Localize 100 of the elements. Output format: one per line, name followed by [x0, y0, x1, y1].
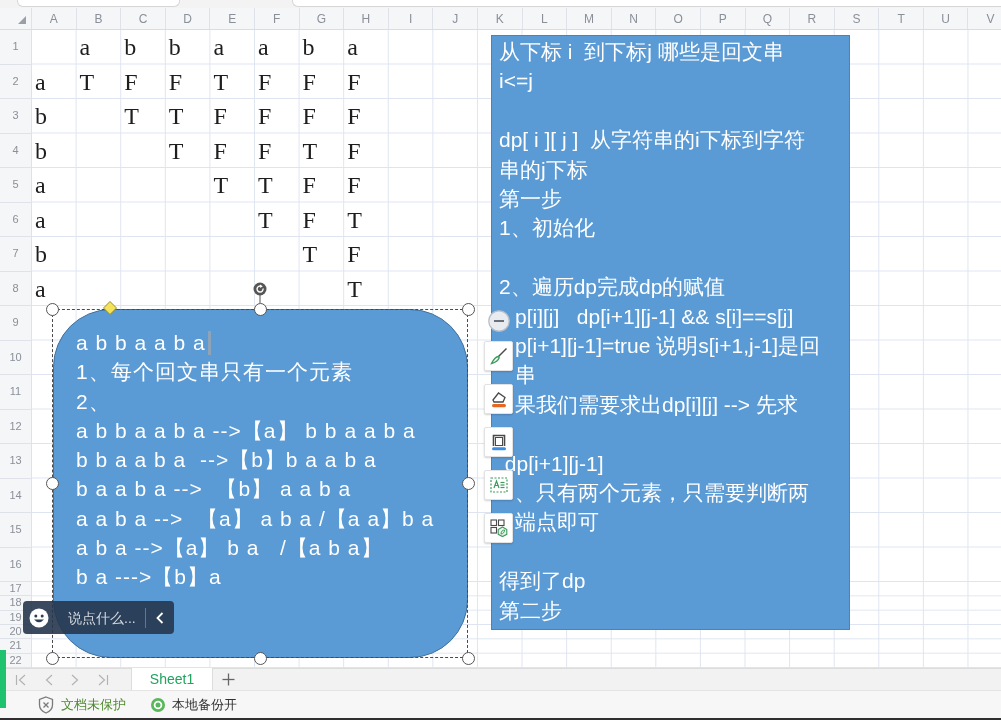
sheet-cell[interactable]: F — [121, 64, 166, 99]
sheet-cell[interactable]: a — [32, 64, 77, 99]
sheet-cell[interactable]: b — [299, 30, 345, 65]
status-label[interactable]: 文档未保护 — [61, 695, 126, 714]
row-number[interactable]: 2 — [12, 75, 19, 87]
column-header[interactable]: B — [76, 8, 122, 29]
sheet-cell[interactable]: F — [210, 99, 255, 134]
resize-handle[interactable] — [46, 303, 59, 316]
sheet-cell[interactable]: F — [210, 133, 255, 168]
row-number[interactable]: 4 — [12, 144, 19, 156]
row-number[interactable]: 13 — [9, 455, 22, 467]
sheet-cell[interactable]: T — [165, 133, 211, 168]
sheet-cell[interactable]: T — [165, 99, 211, 134]
row-number[interactable]: 8 — [12, 282, 19, 294]
sheet-cell[interactable]: a — [32, 271, 77, 306]
column-header[interactable]: P — [700, 8, 746, 29]
sheet-cell[interactable]: T — [76, 64, 122, 99]
row-number[interactable]: 17 — [9, 583, 22, 595]
sheet-cell[interactable]: T — [299, 133, 345, 168]
row-number[interactable]: 11 — [9, 386, 22, 398]
column-header[interactable]: K — [477, 8, 523, 29]
sheet-cell[interactable]: T — [210, 64, 255, 99]
minus-circle-icon[interactable] — [487, 310, 510, 332]
sheet-tab[interactable]: Sheet1 — [131, 668, 213, 690]
column-header[interactable]: H — [344, 8, 389, 29]
row-number[interactable]: 7 — [12, 248, 19, 260]
column-header[interactable]: I — [388, 8, 434, 29]
sheet-cell[interactable]: b — [32, 237, 77, 272]
column-header[interactable]: O — [656, 8, 701, 29]
comment-input[interactable]: 说点什么... — [68, 607, 140, 628]
sheet-cell[interactable]: T — [299, 237, 345, 272]
sheet-cell[interactable]: T — [344, 271, 389, 306]
row-number[interactable]: 1 — [12, 41, 19, 53]
resize-handle[interactable] — [462, 303, 475, 316]
column-header[interactable]: A — [32, 8, 77, 29]
column-header[interactable]: G — [299, 8, 345, 29]
column-header[interactable]: R — [790, 8, 835, 29]
column-header[interactable]: T — [879, 8, 924, 29]
smiley-icon[interactable] — [29, 607, 49, 628]
row-number[interactable]: 18 — [9, 597, 22, 609]
column-header[interactable]: Q — [745, 8, 791, 29]
sheet-cell[interactable]: b — [32, 99, 77, 134]
column-header[interactable]: J — [433, 8, 478, 29]
sheet-cell[interactable]: F — [299, 168, 345, 203]
resize-handle[interactable] — [462, 652, 475, 665]
column-header[interactable]: S — [834, 8, 880, 29]
sheet-cell[interactable]: b — [32, 133, 77, 168]
fill-button[interactable] — [484, 384, 513, 414]
column-header[interactable]: L — [522, 8, 568, 29]
column-header[interactable]: N — [611, 8, 657, 29]
sheet-cell[interactable]: a — [32, 202, 77, 237]
sheet-cell[interactable]: F — [344, 168, 389, 203]
sheet-cell[interactable]: F — [254, 99, 300, 134]
resize-handle[interactable] — [46, 652, 59, 665]
outline-button[interactable] — [484, 427, 513, 457]
sheet-cell[interactable]: a — [76, 30, 122, 65]
row-number[interactable]: 12 — [9, 420, 22, 432]
sheet-cell[interactable]: F — [344, 133, 389, 168]
row-number[interactable]: 15 — [9, 524, 22, 536]
sheet-cell[interactable]: b — [165, 30, 211, 65]
row-number[interactable]: 22 — [9, 654, 22, 666]
sheet-cell[interactable]: F — [344, 64, 389, 99]
row-number[interactable]: 21 — [9, 640, 22, 652]
sheet-cell[interactable]: F — [344, 237, 389, 272]
sheet-cell[interactable]: F — [254, 64, 300, 99]
plus-icon[interactable] — [222, 673, 235, 686]
sheet-cell[interactable]: F — [299, 202, 345, 237]
sheet-cell[interactable]: b — [121, 30, 166, 65]
sheet-cell[interactable]: a — [210, 30, 255, 65]
brush-button[interactable] — [484, 341, 513, 371]
row-number[interactable]: 20 — [9, 626, 22, 638]
sheet-cell[interactable]: F — [344, 99, 389, 134]
status-label[interactable]: 本地备份开 — [172, 695, 237, 714]
sheet-cell[interactable]: T — [254, 202, 300, 237]
row-number[interactable]: 14 — [9, 489, 22, 501]
rotate-handle[interactable] — [253, 282, 267, 303]
row-number[interactable]: 16 — [9, 558, 22, 570]
row-number[interactable]: 10 — [9, 351, 22, 363]
comment-field[interactable]: 说点什么... — [23, 601, 174, 634]
sheet-cell[interactable]: a — [344, 30, 389, 65]
sheet-cell[interactable]: a — [32, 168, 77, 203]
sheet-cell[interactable]: F — [299, 64, 345, 99]
column-header[interactable]: U — [923, 8, 969, 29]
column-header[interactable]: V — [968, 8, 1001, 29]
column-header[interactable]: M — [567, 8, 612, 29]
adjust-handle[interactable] — [103, 301, 117, 315]
sheet-cell[interactable]: T — [121, 99, 166, 134]
row-number[interactable]: 3 — [12, 110, 19, 122]
row-number[interactable]: 5 — [12, 179, 19, 191]
column-header[interactable]: F — [254, 8, 300, 29]
row-number[interactable]: 9 — [12, 317, 19, 329]
sheet-cell[interactable]: F — [165, 64, 211, 99]
column-header[interactable]: D — [165, 8, 211, 29]
sheet-cell[interactable]: T — [344, 202, 389, 237]
sheet-cell[interactable]: F — [254, 133, 300, 168]
sheet-cell[interactable]: T — [254, 168, 300, 203]
sheet-cell[interactable]: T — [210, 168, 255, 203]
apps-button[interactable] — [484, 513, 513, 543]
row-number[interactable]: 6 — [12, 213, 19, 225]
column-header[interactable]: C — [121, 8, 166, 29]
